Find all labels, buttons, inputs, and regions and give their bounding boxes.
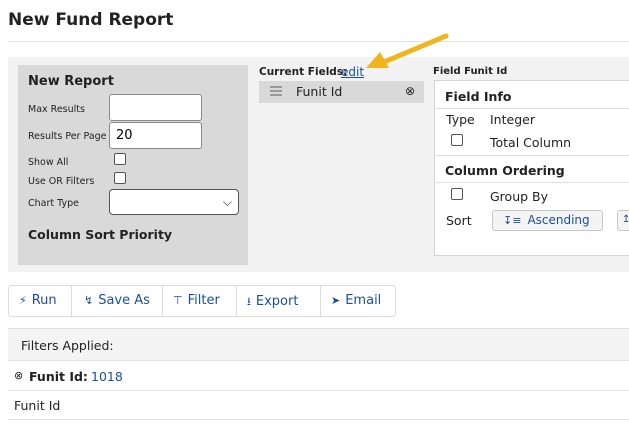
send-icon: ➤ xyxy=(331,294,341,307)
results-per-page-input[interactable] xyxy=(109,122,202,149)
sort-ascending-button[interactable]: ↧≡ Ascending xyxy=(492,210,603,231)
field-info-title: Field Info xyxy=(445,89,512,104)
filter-icon: ⊤ xyxy=(173,294,183,307)
edit-fields-link[interactable]: edit xyxy=(341,65,364,79)
use-or-filters-label: Use OR Filters xyxy=(28,176,95,187)
group-by-label: Group By xyxy=(490,189,549,204)
show-all-checkbox[interactable] xyxy=(114,153,126,165)
filter-name: Funit Id: xyxy=(29,369,88,384)
type-value: Integer xyxy=(490,112,535,127)
remove-filter-icon[interactable]: ⊗ xyxy=(14,369,23,382)
filter-button[interactable]: ⊤ Filter xyxy=(163,286,237,316)
sort-descending-button[interactable]: ↥ xyxy=(617,210,629,231)
filter-label: Filter xyxy=(187,293,220,308)
chart-type-select[interactable]: ⌵ xyxy=(109,189,239,215)
section-divider xyxy=(435,182,629,183)
panel-heading: New Report xyxy=(28,74,114,89)
column-ordering-title: Column Ordering xyxy=(445,163,565,178)
export-button[interactable]: ⭳ Export xyxy=(237,286,321,316)
export-icon: ⭳ xyxy=(247,295,251,308)
section-divider xyxy=(435,108,629,109)
filter-value-link[interactable]: 1018 xyxy=(91,369,123,384)
sort-ascending-label: Ascending xyxy=(527,213,590,227)
field-chip-label: Funit Id xyxy=(296,84,343,99)
results-per-page-label: Results Per Page xyxy=(28,131,107,142)
drag-handle-icon[interactable] xyxy=(270,86,282,98)
save-as-button[interactable]: ↯ Save As xyxy=(72,286,163,316)
email-label: Email xyxy=(345,293,382,308)
show-all-label: Show All xyxy=(28,157,69,168)
total-column-label: Total Column xyxy=(490,135,572,150)
field-header: Field Funit Id xyxy=(433,66,508,77)
type-label: Type xyxy=(446,112,475,127)
column-header[interactable]: Funit Id xyxy=(14,398,60,413)
sort-descending-icon: ↥ xyxy=(622,214,629,225)
results-table-header xyxy=(8,390,629,420)
max-results-input[interactable] xyxy=(109,94,202,121)
sort-ascending-icon: ↧≡ xyxy=(503,214,522,227)
page-title: New Fund Report xyxy=(8,10,174,30)
export-label: Export xyxy=(255,294,299,309)
column-sort-priority-heading: Column Sort Priority xyxy=(28,227,173,242)
chevron-down-icon: ⌵ xyxy=(222,195,232,209)
use-or-filters-checkbox[interactable] xyxy=(114,172,126,184)
bolt-icon: ⚡ xyxy=(19,294,27,307)
current-fields-label: Current Fields: xyxy=(259,66,348,78)
max-results-label: Max Results xyxy=(28,104,85,115)
run-label: Run xyxy=(31,293,57,308)
email-button[interactable]: ➤ Email xyxy=(321,286,395,316)
save-as-label: Save As xyxy=(98,293,150,308)
save-icon: ↯ xyxy=(84,294,94,307)
group-by-checkbox[interactable] xyxy=(451,188,463,200)
report-toolbar: ⚡ Run ↯ Save As ⊤ Filter ⭳ Export ➤ Email xyxy=(8,285,396,317)
run-button[interactable]: ⚡ Run xyxy=(9,286,72,316)
total-column-checkbox[interactable] xyxy=(451,134,463,146)
remove-field-icon[interactable]: ⊗ xyxy=(405,84,415,98)
filters-applied-label: Filters Applied: xyxy=(21,338,114,353)
sort-label: Sort xyxy=(446,213,472,228)
chart-type-label: Chart Type xyxy=(28,198,79,209)
title-divider xyxy=(8,41,629,42)
section-divider xyxy=(435,155,629,156)
